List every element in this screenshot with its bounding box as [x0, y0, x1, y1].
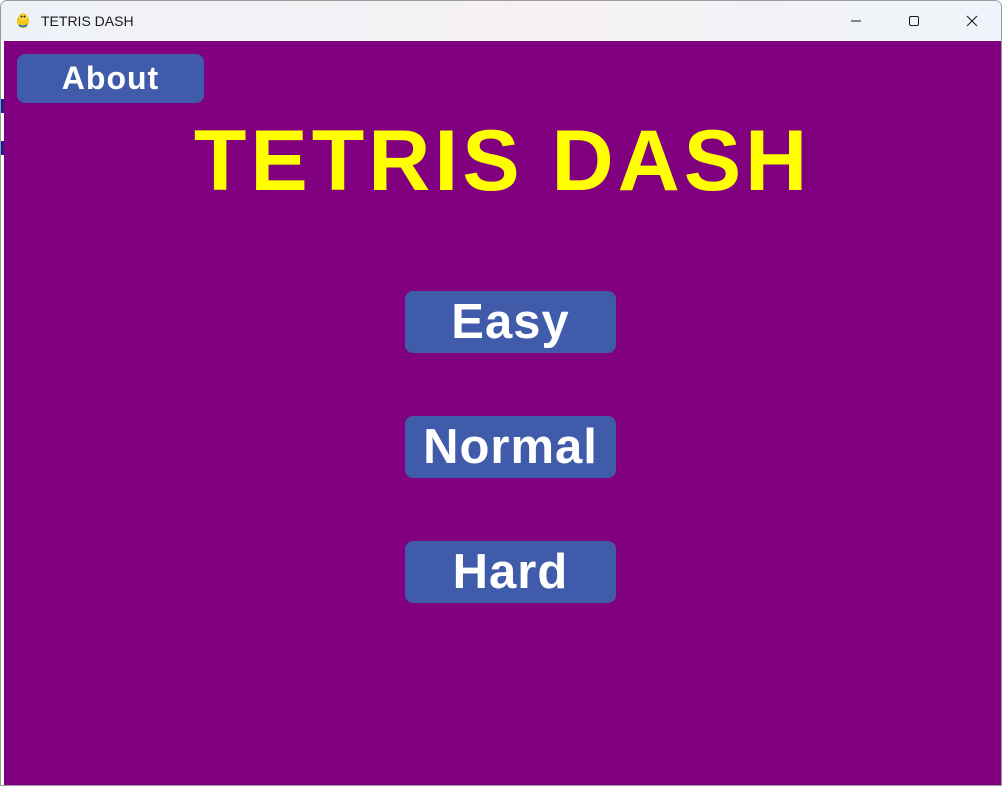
pygame-snake-icon: [17, 13, 29, 28]
app-window: TETRIS DASH About TETRIS DASH Easy Norma…: [0, 0, 1002, 786]
normal-button[interactable]: Normal: [405, 416, 616, 478]
game-title: TETRIS DASH: [193, 113, 812, 209]
close-button[interactable]: [943, 1, 1001, 40]
hard-button[interactable]: Hard: [405, 541, 616, 603]
minimize-button[interactable]: [827, 1, 885, 40]
easy-button[interactable]: Easy: [405, 291, 616, 353]
close-icon: [966, 15, 978, 26]
window-title: TETRIS DASH: [41, 13, 134, 29]
minimize-icon: [851, 20, 861, 21]
maximize-icon: [909, 15, 919, 26]
title-bar[interactable]: TETRIS DASH: [1, 1, 1001, 40]
maximize-button[interactable]: [885, 1, 943, 40]
about-button[interactable]: About: [17, 54, 204, 103]
